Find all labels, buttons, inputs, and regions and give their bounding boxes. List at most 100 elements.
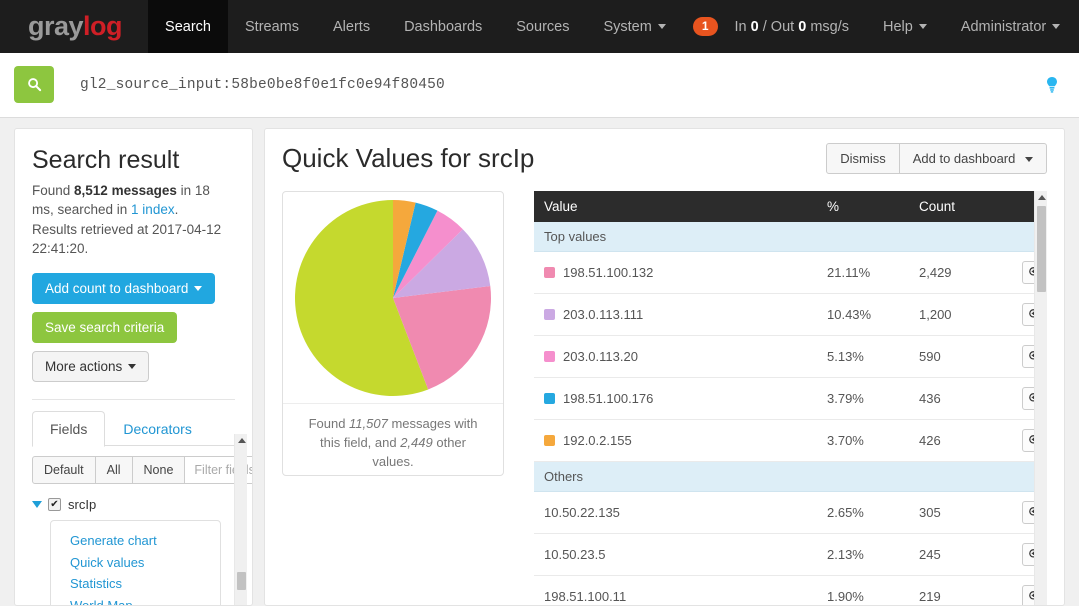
- fields-default-button[interactable]: Default: [32, 456, 96, 484]
- notification-badge[interactable]: 1: [693, 17, 718, 36]
- table-row[interactable]: 203.0.113.205.13%590: [534, 336, 1047, 378]
- table-row[interactable]: 10.50.22.1352.65%305: [534, 492, 1047, 534]
- search-result-sidebar: Search result Found 8,512 messages in 18…: [14, 128, 253, 606]
- nav-item-help[interactable]: Help: [866, 0, 944, 53]
- page-title: Search result: [32, 147, 235, 175]
- legend-color-swatch: [544, 393, 555, 404]
- chevron-down-icon: [919, 24, 927, 29]
- graylog-logo[interactable]: graylog: [0, 0, 148, 53]
- table-scrollbar-thumb[interactable]: [1037, 206, 1046, 292]
- table-row[interactable]: 10.50.23.52.13%245: [534, 534, 1047, 576]
- chevron-down-icon: [1025, 157, 1033, 162]
- nav-item-streams[interactable]: Streams: [228, 0, 316, 53]
- cell-count: 436: [909, 378, 1001, 420]
- cell-value: 198.51.100.132: [534, 252, 817, 294]
- quick-values-header: Quick Values for srcIp Dismiss Add to da…: [282, 143, 1047, 174]
- caption-others: 2,449: [400, 435, 433, 450]
- cell-value: 203.0.113.20: [534, 336, 817, 378]
- statistics-link[interactable]: Statistics: [70, 573, 220, 595]
- cell-value: 192.0.2.155: [534, 420, 817, 462]
- column-header-count[interactable]: Count: [909, 191, 1001, 222]
- column-header-value[interactable]: Value: [534, 191, 817, 222]
- save-search-criteria-button[interactable]: Save search criteria: [32, 312, 177, 343]
- top-navbar: graylog Search Streams Alerts Dashboards…: [0, 0, 1079, 53]
- cell-value: 198.51.100.11: [534, 576, 817, 606]
- throughput-out-value: 0: [798, 19, 806, 35]
- table-row[interactable]: 203.0.113.11110.43%1,200: [534, 294, 1047, 336]
- generate-chart-link[interactable]: Generate chart: [70, 530, 220, 552]
- quick-values-actions: Dismiss Add to dashboard: [826, 143, 1047, 174]
- table-row[interactable]: 198.51.100.1763.79%436: [534, 378, 1047, 420]
- nav-item-dashboards[interactable]: Dashboards: [387, 0, 499, 53]
- search-input[interactable]: [78, 76, 1045, 94]
- quick-values-panel: Quick Values for srcIp Dismiss Add to da…: [264, 128, 1065, 606]
- quick-values-title: Quick Values for srcIp: [282, 143, 534, 174]
- field-item-srcIp[interactable]: ✔ srcIp: [32, 495, 221, 514]
- field-label-srcIp: srcIp: [68, 497, 96, 512]
- chevron-down-icon[interactable]: [32, 501, 42, 508]
- nav-item-user-menu[interactable]: Administrator: [944, 0, 1077, 53]
- scroll-up-arrow-icon[interactable]: [238, 438, 246, 443]
- logo-text-gray: gray: [28, 11, 83, 42]
- chevron-down-icon: [658, 24, 666, 29]
- field-selection-controls: Default All None: [32, 456, 235, 484]
- search-icon: [27, 77, 42, 92]
- found-suffix: .: [175, 202, 179, 217]
- add-to-dashboard-button[interactable]: Add to dashboard: [899, 143, 1047, 174]
- throughput-indicator: In 0 / Out 0 msg/s: [718, 0, 866, 53]
- scroll-up-arrow-icon[interactable]: [1038, 195, 1046, 200]
- table-section-label: Others: [534, 462, 1047, 492]
- throughput-unit: msg/s: [810, 19, 849, 35]
- nav-item-system[interactable]: System: [586, 0, 682, 53]
- table-row[interactable]: 198.51.100.13221.11%2,429: [534, 252, 1047, 294]
- pie-chart[interactable]: [293, 198, 493, 398]
- cell-percent: 2.13%: [817, 534, 909, 576]
- tab-decorators-label: Decorators: [123, 421, 191, 437]
- chevron-down-icon: [128, 364, 136, 369]
- search-submit-button[interactable]: [14, 66, 54, 103]
- page-content: Search result Found 8,512 messages in 18…: [0, 118, 1079, 606]
- fields-none-button[interactable]: None: [132, 456, 186, 484]
- primary-nav: Search Streams Alerts Dashboards Sources…: [148, 0, 717, 53]
- add-to-dashboard-label: Add to dashboard: [913, 151, 1016, 166]
- throughput-separator: /: [763, 19, 767, 35]
- world-map-link[interactable]: World Map: [70, 595, 220, 606]
- cell-value: 198.51.100.176: [534, 378, 817, 420]
- search-result-summary: Found 8,512 messages in 18 ms, searched …: [32, 181, 235, 259]
- table-scrollbar[interactable]: [1034, 191, 1047, 606]
- more-actions-button[interactable]: More actions: [32, 351, 149, 382]
- add-count-to-dashboard-button[interactable]: Add count to dashboard: [32, 273, 215, 304]
- dismiss-button[interactable]: Dismiss: [826, 143, 900, 174]
- search-hint-button[interactable]: [1045, 76, 1059, 93]
- cell-value: 10.50.23.5: [534, 534, 817, 576]
- fields-scrollbar-thumb[interactable]: [237, 572, 246, 590]
- nav-item-alerts[interactable]: Alerts: [316, 0, 387, 53]
- cell-count: 2,429: [909, 252, 1001, 294]
- pie-chart-card: Found 11,507 messages with this field, a…: [282, 191, 504, 476]
- cell-percent: 5.13%: [817, 336, 909, 378]
- table-head: Value % Count: [534, 191, 1047, 222]
- tab-decorators[interactable]: Decorators: [105, 411, 209, 447]
- legend-color-swatch: [544, 435, 555, 446]
- column-header-percent[interactable]: %: [817, 191, 909, 222]
- caption-prefix: Found: [309, 416, 349, 431]
- sidebar-tabs: Fields Decorators: [32, 411, 235, 446]
- quick-values-link[interactable]: Quick values: [70, 552, 220, 574]
- nav-label-search: Search: [165, 19, 211, 35]
- save-criteria-label: Save search criteria: [45, 320, 164, 335]
- fields-all-button[interactable]: All: [95, 456, 133, 484]
- index-link[interactable]: 1 index: [131, 202, 175, 217]
- table-row[interactable]: 198.51.100.111.90%219: [534, 576, 1047, 606]
- table-section-row: Others: [534, 462, 1047, 492]
- fields-list: ✔ srcIp Generate chart Quick values Stat…: [32, 495, 235, 606]
- fields-scrollbar[interactable]: [234, 434, 247, 605]
- table-section-label: Top values: [534, 222, 1047, 252]
- table-row[interactable]: 192.0.2.1553.70%426: [534, 420, 1047, 462]
- nav-item-sources[interactable]: Sources: [499, 0, 586, 53]
- lightbulb-icon: [1045, 76, 1059, 93]
- tab-fields[interactable]: Fields: [32, 411, 105, 447]
- nav-label-alerts: Alerts: [333, 19, 370, 35]
- nav-label-user: Administrator: [961, 19, 1046, 35]
- nav-item-search[interactable]: Search: [148, 0, 228, 53]
- field-checkbox-srcIp[interactable]: ✔: [48, 498, 61, 511]
